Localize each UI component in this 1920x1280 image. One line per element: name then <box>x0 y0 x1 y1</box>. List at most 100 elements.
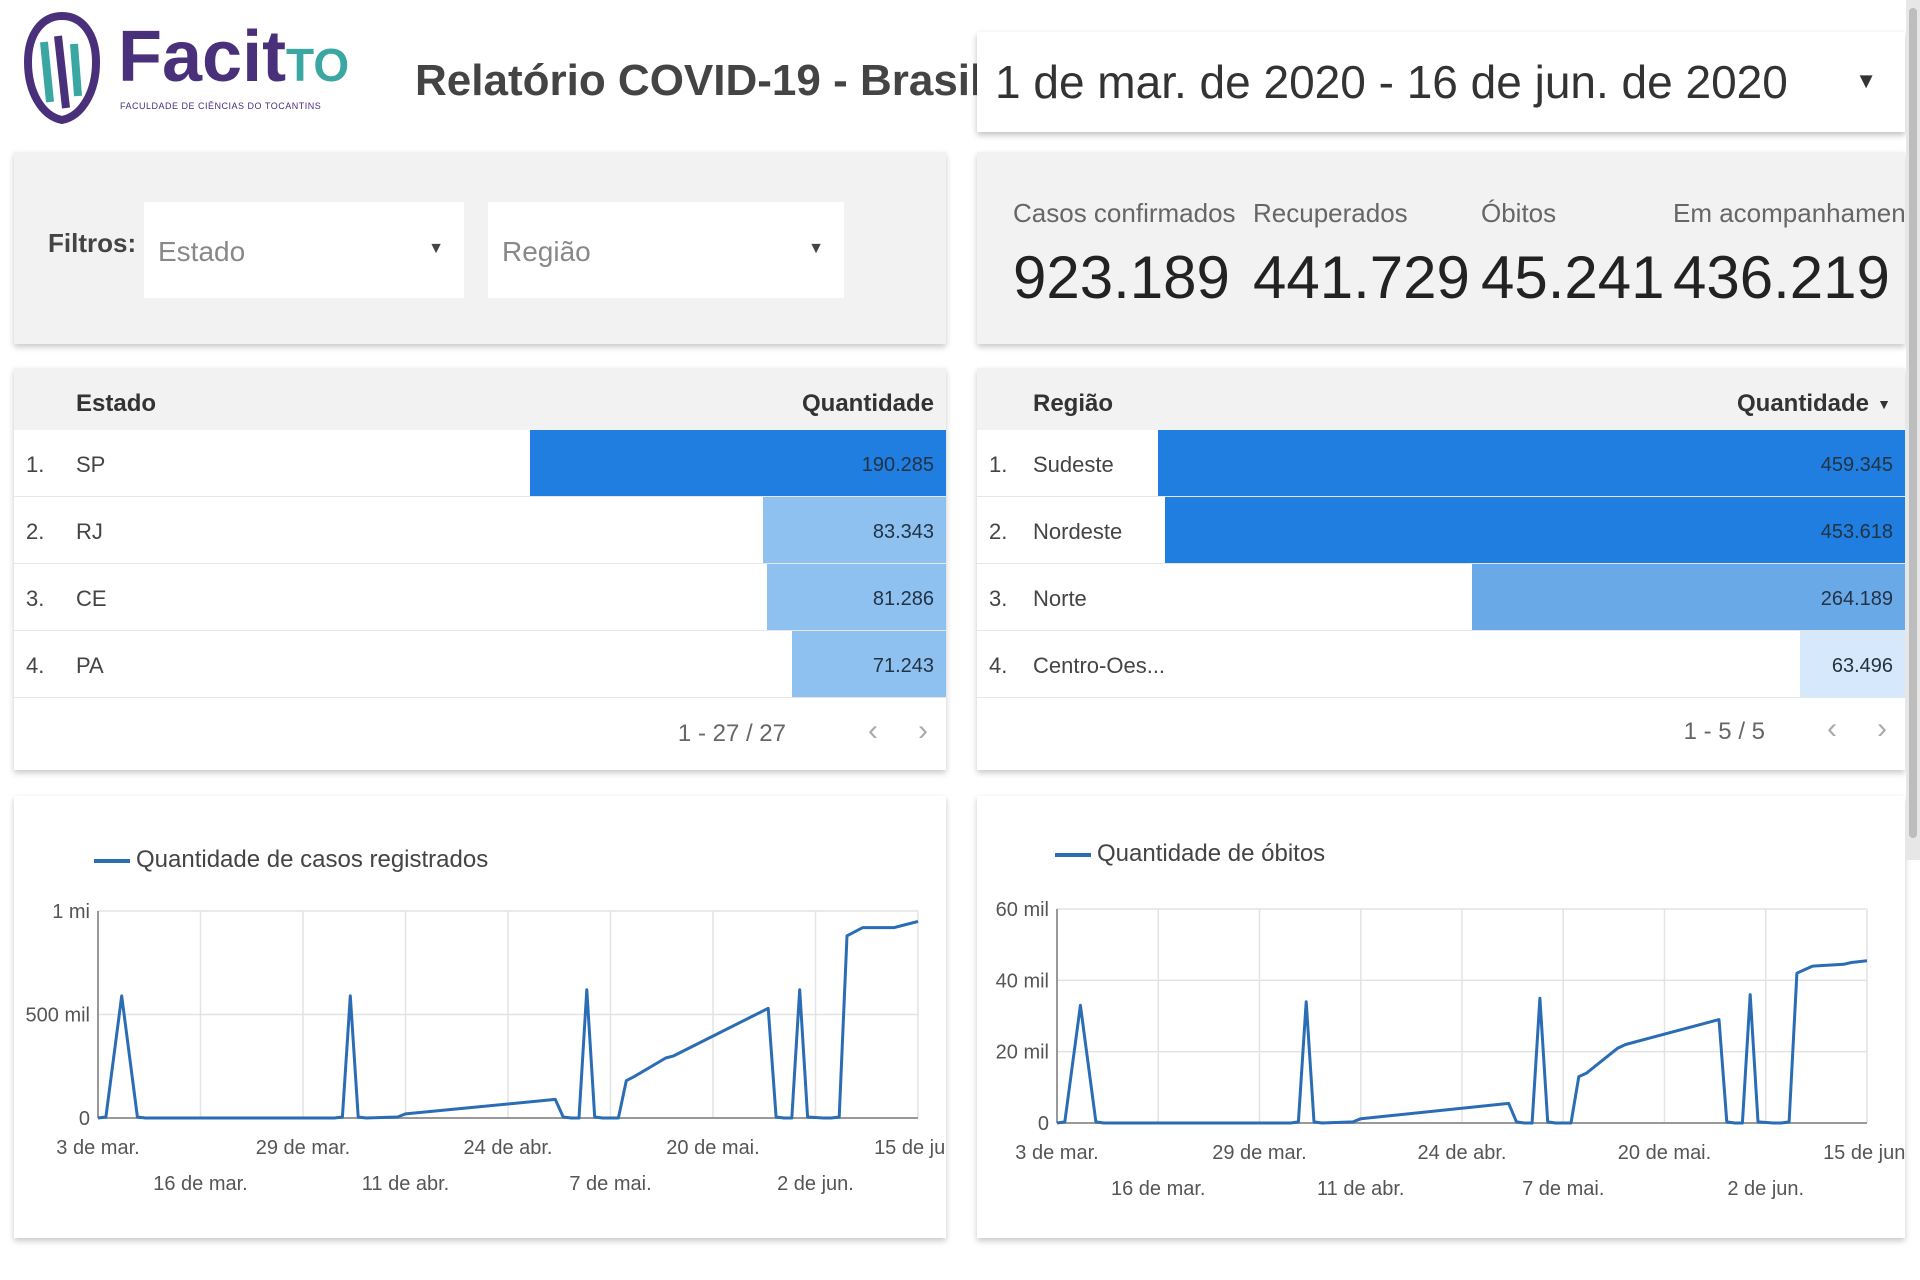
row-index: 2. <box>26 519 45 544</box>
y-tick-label: 0 <box>1038 1113 1049 1135</box>
table-header: Estado Quantidade <box>14 368 946 430</box>
row-index: 1. <box>26 452 45 477</box>
filters-label: Filtros: <box>48 228 137 258</box>
column-header-estado[interactable]: Estado <box>76 390 156 418</box>
prev-page-button[interactable]: ‹ <box>868 714 878 748</box>
row-index: 4. <box>26 653 45 678</box>
row-name: PA <box>76 653 104 678</box>
kpi-value: 441.729 <box>1253 244 1470 311</box>
kpi-recuperados: Recuperados 441.729 <box>1253 198 1470 312</box>
row-bar <box>1158 430 1905 496</box>
table-row[interactable]: 3. CE 81.286 <box>14 564 946 631</box>
table-row[interactable]: 4. Centro-Oes... 63.496 <box>977 631 1905 698</box>
row-value: 453.618 <box>1820 521 1893 543</box>
date-range-picker[interactable]: 1 de mar. de 2020 - 16 de jun. de 2020 ▼ <box>977 32 1905 132</box>
row-value: 190.285 <box>861 454 934 476</box>
row-index: 4. <box>989 653 1008 678</box>
y-tick-label: 20 mil <box>996 1042 1049 1064</box>
row-index: 3. <box>989 586 1008 611</box>
kpi-value: 45.241 <box>1481 244 1665 311</box>
estado-filter-dropdown[interactable]: Estado ▼ <box>144 202 464 298</box>
table-row[interactable]: 4. PA 71.243 <box>14 631 946 698</box>
table-pager-text: 1 - 27 / 27 <box>677 720 786 747</box>
kpi-casos-confirmados: Casos confirmados 923.189 <box>1013 198 1236 312</box>
estado-filter-placeholder: Estado <box>158 236 246 267</box>
kpi-label: Óbitos <box>1481 198 1557 228</box>
regiao-table: Região Quantidade ▼ 1. Sudeste 459.345 2… <box>977 368 1905 770</box>
x-tick-label: 20 de mai. <box>666 1137 759 1159</box>
x-tick-label: 3 de mar. <box>56 1137 139 1159</box>
dropdown-caret-icon: ▼ <box>1855 68 1877 93</box>
kpi-scorecards: Casos confirmados 923.189 Recuperados 44… <box>977 152 1920 344</box>
sort-desc-icon[interactable]: ▼ <box>1877 396 1891 412</box>
row-name: Norte <box>1033 586 1087 611</box>
x-tick-label: 7 de mai. <box>569 1173 651 1195</box>
column-header-quantidade[interactable]: Quantidade <box>1737 390 1869 418</box>
logo-mark-icon <box>23 12 101 124</box>
casos-line-chart: Quantidade de casos registrados 0 500 mil… <box>14 796 946 1238</box>
row-name: SP <box>76 452 106 477</box>
logo-tagline: FACULDADE DE CIÊNCIAS DO TOCANTINS <box>120 101 322 111</box>
x-tick-label: 20 de mai. <box>1618 1142 1711 1164</box>
y-tick-label: 500 mil <box>26 1005 90 1027</box>
page-title: Relatório COVID-19 - Brasil <box>415 56 983 105</box>
date-range-text: 1 de mar. de 2020 - 16 de jun. de 2020 <box>995 56 1788 108</box>
page-scrollbar[interactable] <box>1906 0 1920 860</box>
row-value: 63.496 <box>1831 655 1893 677</box>
next-page-button[interactable]: › <box>918 714 928 748</box>
table-row[interactable]: 2. Nordeste 453.618 <box>977 497 1905 564</box>
dropdown-caret-icon: ▼ <box>808 240 824 257</box>
kpi-em-acompanhamento: Em acompanhamento 436.219 <box>1673 198 1920 312</box>
row-index: 1. <box>989 452 1008 477</box>
x-tick-label: 29 de mar. <box>1212 1142 1307 1164</box>
kpi-label: Casos confirmados <box>1013 198 1236 228</box>
dropdown-caret-icon: ▼ <box>428 240 444 257</box>
row-name: Nordeste <box>1033 519 1123 544</box>
kpi-obitos: Óbitos 45.241 <box>1481 198 1665 312</box>
next-page-button[interactable]: › <box>1877 712 1887 746</box>
x-tick-label: 2 de jun. <box>1727 1178 1804 1200</box>
table-row[interactable]: 1. SP 190.285 <box>14 430 946 497</box>
prev-page-button[interactable]: ‹ <box>1827 712 1837 746</box>
row-index: 2. <box>989 519 1008 544</box>
row-index: 3. <box>26 586 45 611</box>
table-row[interactable]: 3. Norte 264.189 <box>977 564 1905 631</box>
column-header-quantidade[interactable]: Quantidade <box>802 390 934 418</box>
regiao-filter-placeholder: Região <box>502 236 591 267</box>
x-tick-label: 11 de abr. <box>1317 1178 1404 1200</box>
table-row[interactable]: 1. Sudeste 459.345 <box>977 430 1905 497</box>
facit-logo: FacitTO FACULDADE DE CIÊNCIAS DO TOCANTI… <box>18 6 349 126</box>
x-tick-label: 15 de jun. <box>1823 1142 1905 1164</box>
kpi-label: Recuperados <box>1253 198 1408 228</box>
filters-panel: Filtros: Estado ▼ Região ▼ <box>14 152 946 344</box>
scrollbar-thumb[interactable] <box>1909 8 1917 838</box>
row-value: 264.189 <box>1820 588 1893 610</box>
x-tick-label: 15 de jun. <box>874 1137 946 1159</box>
x-tick-label: 3 de mar. <box>1015 1142 1098 1164</box>
x-tick-label: 29 de mar. <box>256 1137 351 1159</box>
column-header-regiao[interactable]: Região <box>1033 390 1113 418</box>
regiao-filter-dropdown[interactable]: Região ▼ <box>488 202 844 298</box>
row-name: CE <box>76 586 107 611</box>
row-value: 81.286 <box>872 588 934 610</box>
casos-chart-svg: 0 500 mil 1 mi 3 de mar. 29 de mar. 24 de abr… <box>26 901 946 1195</box>
table-row[interactable]: 2. RJ 83.343 <box>14 497 946 564</box>
y-tick-label: 40 mil <box>996 970 1049 992</box>
x-tick-label: 16 de mar. <box>1111 1178 1206 1200</box>
obitos-chart-svg: 0 20 mil 40 mil 60 mil 3 de mar. 29 de mar. 24… <box>996 899 1905 1200</box>
row-name: Sudeste <box>1033 452 1114 477</box>
logo-wordmark: FacitTO <box>118 17 350 97</box>
estado-table: Estado Quantidade 1. SP 190.285 2. RJ 83… <box>14 368 946 770</box>
row-bar <box>1165 497 1905 563</box>
y-tick-label: 0 <box>79 1108 90 1130</box>
kpi-label: Em acompanhamento <box>1673 198 1920 228</box>
kpi-value: 436.219 <box>1673 244 1890 311</box>
table-header: Região Quantidade ▼ <box>977 368 1905 430</box>
kpi-value: 923.189 <box>1013 244 1230 311</box>
x-tick-label: 2 de jun. <box>777 1173 854 1195</box>
obitos-line-chart: Quantidade de óbitos 0 20 mil 40 mil 60 mil… <box>977 796 1905 1238</box>
y-tick-label: 60 mil <box>996 899 1049 921</box>
row-name: Centro-Oes... <box>1033 653 1166 678</box>
table-pager-text: 1 - 5 / 5 <box>1683 718 1765 745</box>
x-tick-label: 7 de mai. <box>1522 1178 1604 1200</box>
